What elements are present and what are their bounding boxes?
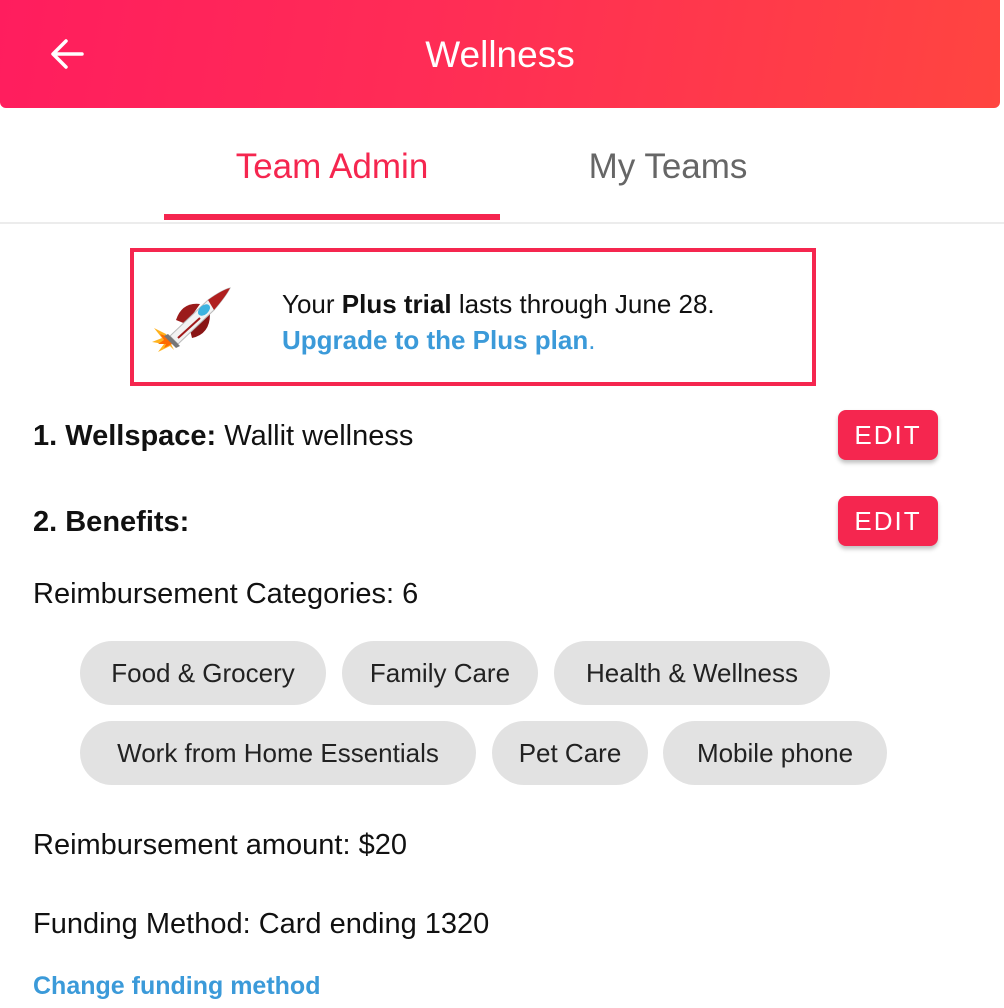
benefits-label: 2. Benefits: (33, 506, 190, 538)
trial-banner: Your Plus trial lasts through June 28. U… (130, 248, 816, 386)
category-chip[interactable]: Food & Grocery (80, 641, 326, 705)
upgrade-link-period: . (588, 325, 596, 355)
rocket-icon (152, 284, 232, 354)
tab-team-admin[interactable]: Team Admin (164, 144, 500, 222)
category-chip[interactable]: Work from Home Essentials (80, 721, 476, 785)
category-chip[interactable]: Family Care (342, 641, 538, 705)
trial-text-prefix: Your (282, 289, 342, 319)
active-tab-indicator (164, 214, 500, 220)
reimbursement-amount: Reimbursement amount: $20 (33, 829, 407, 861)
trial-text-suffix: lasts through June 28. (451, 289, 715, 319)
change-funding-method-link[interactable]: Change funding method (33, 968, 320, 1004)
category-chip[interactable]: Pet Care (492, 721, 648, 785)
benefits-row: 2. Benefits: (33, 504, 189, 540)
funding-method: Funding Method: Card ending 1320 (33, 908, 490, 940)
upgrade-link[interactable]: Upgrade to the Plus plan (282, 325, 588, 355)
wellspace-value: Wallit wellness (216, 420, 414, 452)
page-title: Wellness (425, 34, 575, 75)
category-chip[interactable]: Mobile phone (663, 721, 887, 785)
app-bar: Wellness (0, 0, 1000, 108)
edit-wellspace-button[interactable]: EDIT (838, 410, 938, 460)
category-chip[interactable]: Health & Wellness (554, 641, 830, 705)
categories-count: Reimbursement Categories: 6 (33, 578, 419, 610)
tab-my-teams[interactable]: My Teams (500, 144, 836, 222)
wellspace-row: 1. Wellspace: Wallit wellness (33, 418, 413, 454)
tab-bar: Team Admin My Teams (0, 108, 1004, 224)
wellspace-label: 1. Wellspace: (33, 420, 217, 452)
edit-benefits-button[interactable]: EDIT (838, 496, 938, 546)
trial-message: Your Plus trial lasts through June 28. U… (282, 286, 715, 358)
trial-text-bold: Plus trial (341, 289, 452, 319)
